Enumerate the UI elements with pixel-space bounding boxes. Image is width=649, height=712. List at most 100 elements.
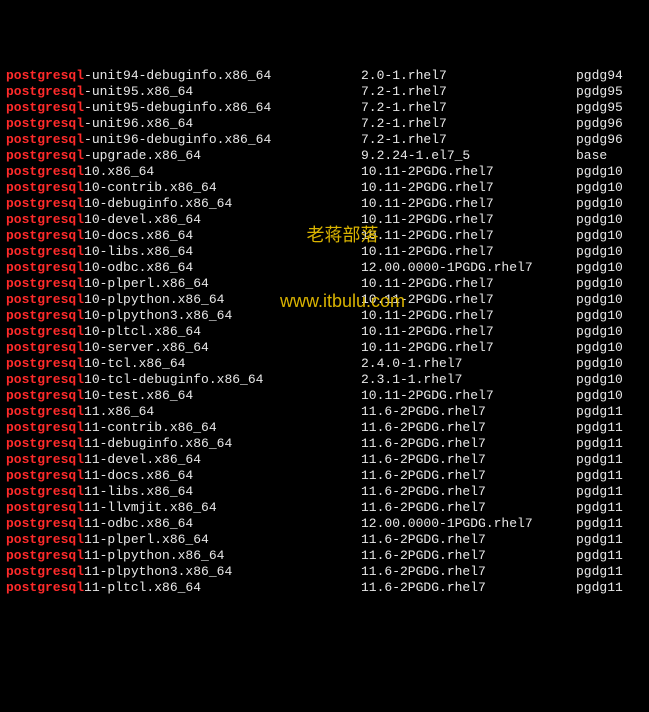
package-suffix: 10-contrib.x86_64 xyxy=(84,180,217,195)
package-suffix: 10-tcl.x86_64 xyxy=(84,356,185,371)
package-row: postgresql-unit95.x86_647.2-1.rhel7pgdg9… xyxy=(6,84,643,100)
package-suffix: -unit94-debuginfo.x86_64 xyxy=(84,68,271,83)
package-suffix: 11-plpython.x86_64 xyxy=(84,548,224,563)
match-highlight: postgresql xyxy=(6,116,84,131)
package-row: postgresql10-libs.x86_6410.11-2PGDG.rhel… xyxy=(6,244,643,260)
match-highlight: postgresql xyxy=(6,148,84,163)
package-version: 11.6-2PGDG.rhel7 xyxy=(361,484,576,500)
package-repo: pgdg11 xyxy=(576,404,623,420)
package-row: postgresql10-pltcl.x86_6410.11-2PGDG.rhe… xyxy=(6,324,643,340)
package-version: 11.6-2PGDG.rhel7 xyxy=(361,500,576,516)
package-repo: pgdg10 xyxy=(576,308,623,324)
package-repo: pgdg10 xyxy=(576,244,623,260)
package-row: postgresql-unit96-debuginfo.x86_647.2-1.… xyxy=(6,132,643,148)
package-name: postgresql10-tcl-debuginfo.x86_64 xyxy=(6,372,361,388)
match-highlight: postgresql xyxy=(6,340,84,355)
package-version: 7.2-1.rhel7 xyxy=(361,100,576,116)
package-version: 2.3.1-1.rhel7 xyxy=(361,372,576,388)
package-version: 10.11-2PGDG.rhel7 xyxy=(361,308,576,324)
package-repo: pgdg11 xyxy=(576,484,623,500)
package-row: postgresql10-plperl.x86_6410.11-2PGDG.rh… xyxy=(6,276,643,292)
match-highlight: postgresql xyxy=(6,404,84,419)
package-row: postgresql10-tcl.x86_642.4.0-1.rhel7pgdg… xyxy=(6,356,643,372)
package-row: postgresql10-devel.x86_6410.11-2PGDG.rhe… xyxy=(6,212,643,228)
package-repo: pgdg11 xyxy=(576,516,623,532)
package-repo: pgdg10 xyxy=(576,180,623,196)
package-row: postgresql10-plpython3.x86_6410.11-2PGDG… xyxy=(6,308,643,324)
package-row: postgresql10-plpython.x86_6410.11-2PGDG.… xyxy=(6,292,643,308)
package-repo: pgdg10 xyxy=(576,324,623,340)
match-highlight: postgresql xyxy=(6,196,84,211)
package-row: postgresql11.x86_6411.6-2PGDG.rhel7pgdg1… xyxy=(6,404,643,420)
package-name: postgresql11-contrib.x86_64 xyxy=(6,420,361,436)
package-version: 7.2-1.rhel7 xyxy=(361,84,576,100)
package-repo: pgdg11 xyxy=(576,532,623,548)
package-version: 11.6-2PGDG.rhel7 xyxy=(361,420,576,436)
match-highlight: postgresql xyxy=(6,84,84,99)
package-repo: pgdg94 xyxy=(576,68,623,84)
package-suffix: 10-plperl.x86_64 xyxy=(84,276,209,291)
package-version: 11.6-2PGDG.rhel7 xyxy=(361,436,576,452)
package-repo: pgdg10 xyxy=(576,196,623,212)
package-version: 7.2-1.rhel7 xyxy=(361,116,576,132)
package-suffix: 10-libs.x86_64 xyxy=(84,244,193,259)
package-suffix: 11-debuginfo.x86_64 xyxy=(84,436,232,451)
package-row: postgresql11-debuginfo.x86_64 11.6-2PGDG.… xyxy=(6,436,643,452)
package-row: postgresql10-odbc.x86_6412.00.0000-1PGDG… xyxy=(6,260,643,276)
match-highlight: postgresql xyxy=(6,388,84,403)
package-version: 12.00.0000-1PGDG.rhel7 xyxy=(361,516,576,532)
match-highlight: postgresql xyxy=(6,292,84,307)
package-name: postgresql-unit96-debuginfo.x86_64 xyxy=(6,132,361,148)
package-name: postgresql10-devel.x86_64 xyxy=(6,212,361,228)
package-version: 10.11-2PGDG.rhel7 xyxy=(361,292,576,308)
match-highlight: postgresql xyxy=(6,100,84,115)
package-version: 10.11-2PGDG.rhel7 xyxy=(361,228,576,244)
package-suffix: -unit96.x86_64 xyxy=(84,116,193,131)
package-row: postgresql11-plpython.x86_6411.6-2PGDG.r… xyxy=(6,548,643,564)
package-name: postgresql10-libs.x86_64 xyxy=(6,244,361,260)
package-row: postgresql10-test.x86_6410.11-2PGDG.rhel… xyxy=(6,388,643,404)
package-suffix: 10-docs.x86_64 xyxy=(84,228,193,243)
package-suffix: 11-odbc.x86_64 xyxy=(84,516,193,531)
package-name: postgresql11.x86_64 xyxy=(6,404,361,420)
package-name: postgresql10-odbc.x86_64 xyxy=(6,260,361,276)
package-suffix: -unit95.x86_64 xyxy=(84,84,193,99)
package-row: postgresql11-plpython3.x86_6411.6-2PGDG.… xyxy=(6,564,643,580)
package-version: 7.2-1.rhel7 xyxy=(361,132,576,148)
package-repo: pgdg10 xyxy=(576,228,623,244)
package-row: postgresql10-contrib.x86_6410.11-2PGDG.r… xyxy=(6,180,643,196)
match-highlight: postgresql xyxy=(6,180,84,195)
package-name: postgresql-unit94-debuginfo.x86_64 xyxy=(6,68,361,84)
package-name: postgresql10-contrib.x86_64 xyxy=(6,180,361,196)
package-row: postgresql-upgrade.x86_649.2.24-1.el7_5b… xyxy=(6,148,643,164)
package-version: 10.11-2PGDG.rhel7 xyxy=(361,340,576,356)
match-highlight: postgresql xyxy=(6,452,84,467)
match-highlight: postgresql xyxy=(6,372,84,387)
package-repo: pgdg10 xyxy=(576,276,623,292)
package-row: postgresql-unit94-debuginfo.x86_642.0-1.… xyxy=(6,68,643,84)
match-highlight: postgresql xyxy=(6,260,84,275)
package-repo: pgdg11 xyxy=(576,436,623,452)
package-repo: pgdg11 xyxy=(576,580,623,596)
package-version: 10.11-2PGDG.rhel7 xyxy=(361,164,576,180)
package-suffix: 11-docs.x86_64 xyxy=(84,468,193,483)
package-suffix: 11-contrib.x86_64 xyxy=(84,420,217,435)
package-repo: pgdg95 xyxy=(576,100,623,116)
match-highlight: postgresql xyxy=(6,228,84,243)
package-row: postgresql-unit96.x86_647.2-1.rhel7pgdg9… xyxy=(6,116,643,132)
package-version: 11.6-2PGDG.rhel7 xyxy=(361,468,576,484)
package-name: postgresql11-llvmjit.x86_64 xyxy=(6,500,361,516)
match-highlight: postgresql xyxy=(6,548,84,563)
package-name: postgresql10-test.x86_64 xyxy=(6,388,361,404)
package-row: postgresql11-devel.x86_6411.6-2PGDG.rhel… xyxy=(6,452,643,468)
match-highlight: postgresql xyxy=(6,276,84,291)
package-name: postgresql-unit95.x86_64 xyxy=(6,84,361,100)
package-repo: base xyxy=(576,148,607,164)
package-name: postgresql-unit95-debuginfo.x86_64 xyxy=(6,100,361,116)
package-name: postgresql10-pltcl.x86_64 xyxy=(6,324,361,340)
match-highlight: postgresql xyxy=(6,436,84,451)
package-name: postgresql11-plpython3.x86_64 xyxy=(6,564,361,580)
package-repo: pgdg11 xyxy=(576,468,623,484)
package-version: 10.11-2PGDG.rhel7 xyxy=(361,212,576,228)
match-highlight: postgresql xyxy=(6,468,84,483)
